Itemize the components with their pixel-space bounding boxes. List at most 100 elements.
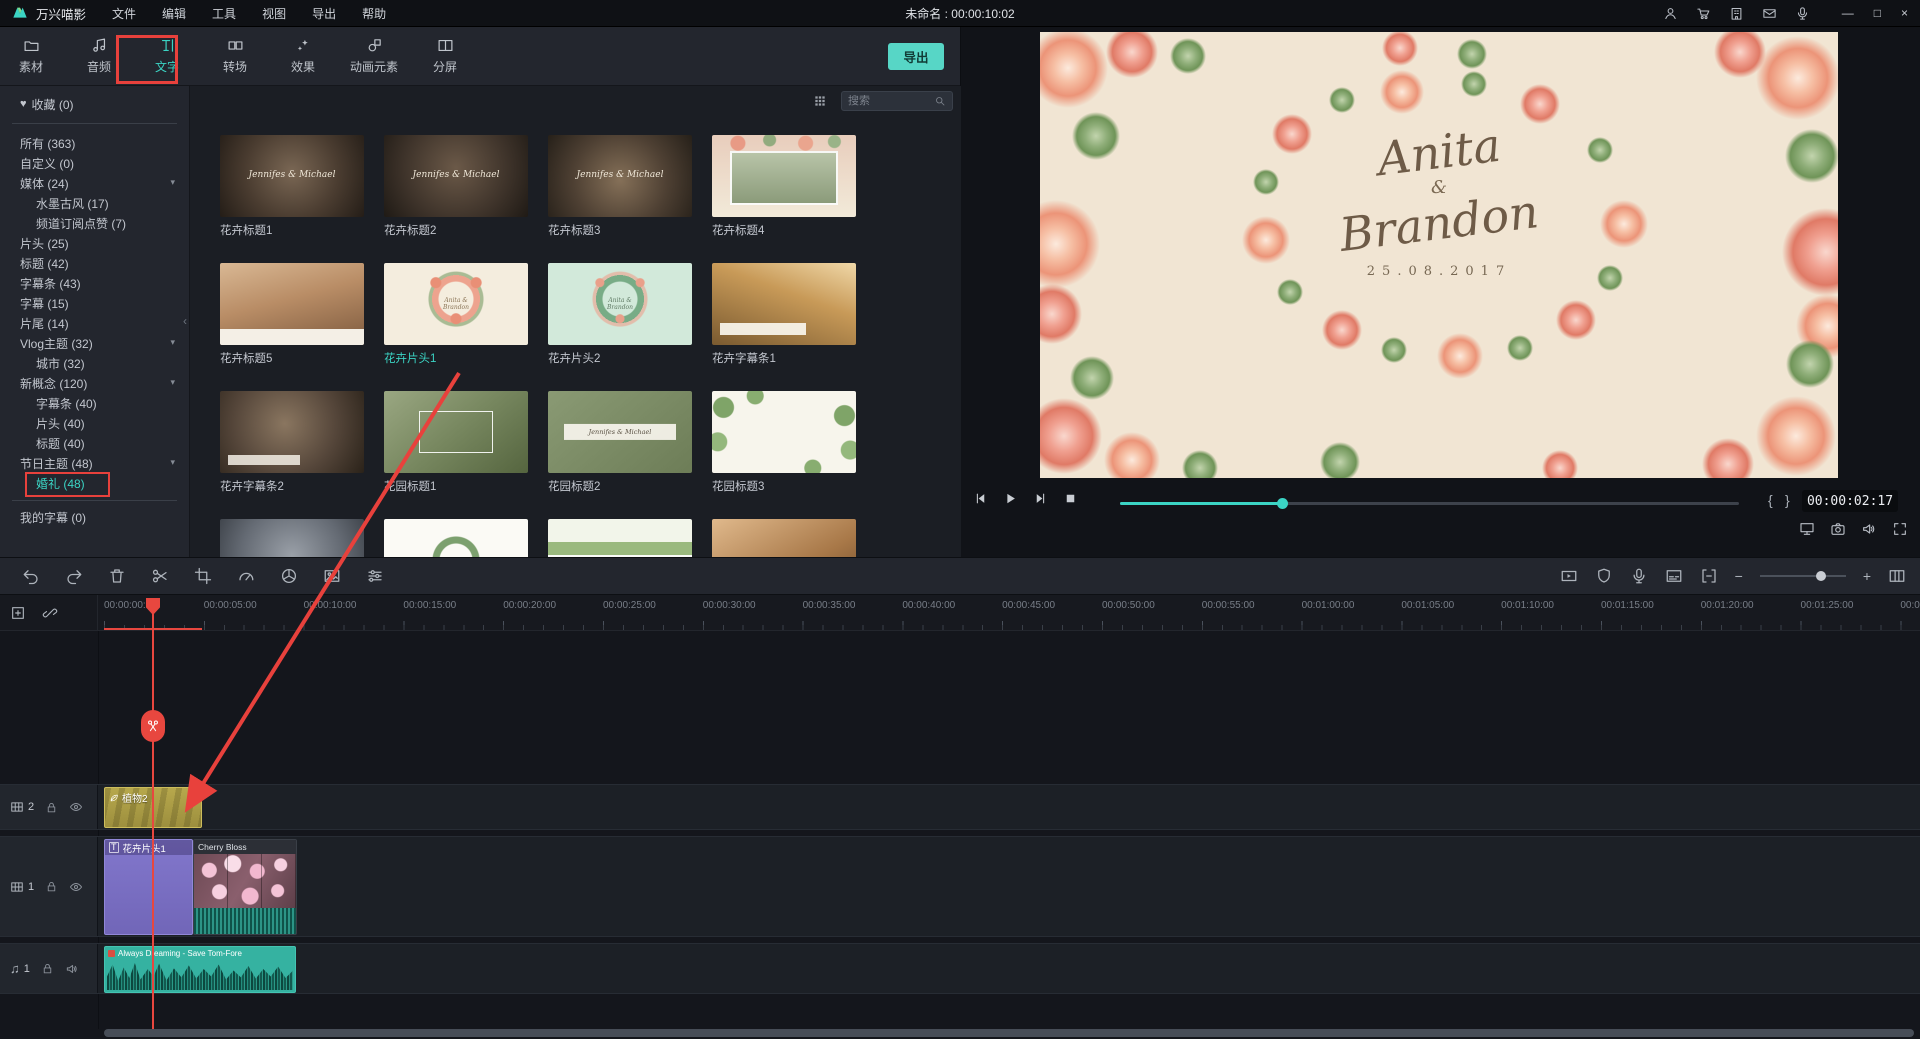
speed-icon[interactable] bbox=[237, 567, 255, 585]
eye-icon[interactable] bbox=[69, 800, 83, 814]
tab-transition[interactable]: 转场 bbox=[214, 37, 256, 75]
library-item-flower-intro-1[interactable]: Anita & Brandon 花卉片头1 bbox=[384, 263, 528, 366]
library-item-garden-title-2[interactable]: Jennifes & Michael 花园标题2 bbox=[548, 391, 692, 494]
chevron-down-icon[interactable]: ▾ bbox=[170, 337, 175, 348]
sidebar-item-nc-intro[interactable]: ♥ 片头 (40) ▾ bbox=[0, 413, 189, 433]
next-frame-button[interactable] bbox=[1031, 489, 1050, 508]
sidebar-item-lower-third[interactable]: ♥ 字幕条 (43) ▾ bbox=[0, 273, 189, 293]
mark-icon[interactable] bbox=[1595, 567, 1613, 585]
library-item-garden-title-3[interactable]: 花园标题3 bbox=[712, 391, 856, 494]
tab-split[interactable]: 分屏 bbox=[424, 37, 466, 75]
seek-bar[interactable] bbox=[1120, 498, 1739, 508]
render-preview-icon[interactable] bbox=[1560, 567, 1578, 585]
library-item-garden-title-1[interactable]: 花园标题1 bbox=[384, 391, 528, 494]
timeline-layout-icon[interactable] bbox=[1888, 567, 1906, 585]
library-item-flower-bar-1[interactable]: 花卉字幕条1 bbox=[712, 263, 856, 366]
user-icon[interactable] bbox=[1663, 6, 1678, 21]
zoom-slider-handle[interactable] bbox=[1816, 571, 1826, 581]
stop-button[interactable] bbox=[1061, 489, 1080, 508]
tab-audio[interactable]: 音频 bbox=[78, 37, 120, 75]
cart-icon[interactable] bbox=[1696, 6, 1711, 21]
sidebar-item-intro[interactable]: ♥ 片头 (25) ▾ bbox=[0, 233, 189, 253]
library-item-partial-1[interactable] bbox=[220, 519, 364, 557]
panel-collapse-handle[interactable]: ‹ bbox=[180, 310, 190, 332]
sidebar-item-media[interactable]: ♥ 媒体 (24) ▾ bbox=[0, 173, 189, 193]
chevron-down-icon[interactable]: ▾ bbox=[170, 457, 175, 468]
minimize-button[interactable]: — bbox=[1842, 0, 1854, 27]
lock-icon[interactable] bbox=[41, 962, 54, 975]
maximize-button[interactable]: □ bbox=[1874, 0, 1881, 27]
menu-item[interactable]: 帮助 bbox=[362, 5, 386, 22]
library-item-flower-title-3[interactable]: Jennifes & Michael 花卉标题3 bbox=[548, 135, 692, 238]
sidebar-item-subtitle[interactable]: ♥ 字幕 (15) ▾ bbox=[0, 293, 189, 313]
zoom-in-button[interactable]: + bbox=[1863, 569, 1871, 583]
library-item-flower-title-1[interactable]: Jennifes & Michael 花卉标题1 bbox=[220, 135, 364, 238]
mark-out-icon[interactable]: } bbox=[1785, 492, 1790, 508]
color-icon[interactable] bbox=[280, 567, 298, 585]
clip-music[interactable]: Always Dreaming - Save Tom-Fore bbox=[104, 946, 296, 993]
timeline-ruler[interactable]: 00:00:00:0000:00:05:0000:00:10:0000:00:1… bbox=[0, 595, 1920, 631]
redo-icon[interactable] bbox=[65, 567, 83, 585]
display-settings-icon[interactable] bbox=[1799, 521, 1815, 537]
add-track-icon[interactable] bbox=[10, 605, 26, 621]
mail-icon[interactable] bbox=[1762, 6, 1777, 21]
sidebar-item-wedding[interactable]: ♥ 婚礼 (48) ▾ bbox=[0, 473, 189, 493]
snapshot-frame-icon[interactable] bbox=[323, 567, 341, 585]
export-button[interactable]: 导出 bbox=[888, 43, 944, 70]
scrollbar-thumb[interactable] bbox=[104, 1029, 1914, 1037]
library-thumbnail[interactable]: Jennifes & Michael bbox=[548, 391, 692, 473]
library-item-flower-title-4[interactable]: 花卉标题4 bbox=[712, 135, 856, 238]
sidebar-item-nc-lower-third[interactable]: ♥ 字幕条 (40) ▾ bbox=[0, 393, 189, 413]
snapshot-icon[interactable] bbox=[1830, 521, 1846, 537]
library-thumbnail[interactable] bbox=[712, 519, 856, 557]
menu-item[interactable]: 工具 bbox=[212, 5, 236, 22]
library-item-flower-intro-2[interactable]: Anita & Brandon 花卉片头2 bbox=[548, 263, 692, 366]
menu-item[interactable]: 文件 bbox=[112, 5, 136, 22]
mixer-icon[interactable] bbox=[1665, 567, 1683, 585]
mic-icon[interactable] bbox=[1795, 6, 1810, 21]
grid-view-icon[interactable] bbox=[813, 94, 827, 108]
search-input[interactable] bbox=[848, 95, 930, 107]
track-manager-icon[interactable] bbox=[1700, 567, 1718, 585]
library-thumbnail[interactable]: Anita & Brandon bbox=[384, 263, 528, 345]
previous-frame-button[interactable] bbox=[971, 489, 990, 508]
speaker-icon[interactable] bbox=[65, 962, 79, 976]
delete-icon[interactable] bbox=[108, 567, 126, 585]
sidebar-item-title[interactable]: ♥ 标题 (42) ▾ bbox=[0, 253, 189, 273]
clip-cherry-blossom[interactable]: Cherry Bloss bbox=[193, 839, 297, 935]
library-thumbnail[interactable] bbox=[712, 263, 856, 345]
sidebar-item-festival-theme[interactable]: ♥ 节日主题 (48) ▾ bbox=[0, 453, 189, 473]
library-thumbnail[interactable] bbox=[712, 391, 856, 473]
search-icon[interactable] bbox=[934, 95, 946, 107]
menu-item[interactable]: 视图 bbox=[262, 5, 286, 22]
play-button[interactable] bbox=[1001, 489, 1020, 508]
close-button[interactable]: × bbox=[1901, 0, 1908, 27]
library-item-flower-title-5[interactable]: 花卉标题5 bbox=[220, 263, 364, 366]
library-item-flower-title-2[interactable]: Jennifes & Michael 花卉标题2 bbox=[384, 135, 528, 238]
timeline-scrollbar[interactable] bbox=[98, 1029, 1920, 1037]
zoom-out-button[interactable]: − bbox=[1735, 569, 1743, 583]
timeline-zoom-slider[interactable] bbox=[1760, 569, 1846, 583]
voiceover-icon[interactable] bbox=[1630, 567, 1648, 585]
eye-icon[interactable] bbox=[69, 880, 83, 894]
library-thumbnail[interactable]: Anita & Brandon bbox=[548, 263, 692, 345]
library-item-partial-3[interactable] bbox=[548, 519, 692, 557]
sidebar-item-vlog-theme[interactable]: ♥ Vlog主题 (32) ▾ bbox=[0, 333, 189, 353]
sidebar-item-all[interactable]: ♥ 所有 (363) ▾ bbox=[0, 133, 189, 153]
tab-text[interactable]: 文字 bbox=[146, 37, 188, 75]
sidebar-item-ending[interactable]: ♥ 片尾 (14) ▾ bbox=[0, 313, 189, 333]
library-item-flower-bar-2[interactable]: 花卉字幕条2 bbox=[220, 391, 364, 494]
library-thumbnail[interactable]: Jennifes & Michael bbox=[384, 135, 528, 217]
sidebar-item-city[interactable]: ♥ 城市 (32) ▾ bbox=[0, 353, 189, 373]
building-icon[interactable] bbox=[1729, 6, 1744, 21]
speaker-icon[interactable] bbox=[1861, 521, 1877, 537]
link-icon[interactable] bbox=[42, 605, 58, 621]
sidebar-item-new-concept[interactable]: ♥ 新概念 (120) ▾ bbox=[0, 373, 189, 393]
library-thumbnail[interactable]: Jennifes & Michael bbox=[220, 135, 364, 217]
sidebar-item-favorites[interactable]: ♥ 收藏 (0) ▾ bbox=[0, 94, 189, 114]
undo-icon[interactable] bbox=[22, 567, 40, 585]
crop-icon[interactable] bbox=[194, 567, 212, 585]
chevron-down-icon[interactable]: ▾ bbox=[170, 177, 175, 188]
library-thumbnail[interactable] bbox=[384, 519, 528, 557]
library-thumbnail[interactable]: Jennifes & Michael bbox=[548, 135, 692, 217]
